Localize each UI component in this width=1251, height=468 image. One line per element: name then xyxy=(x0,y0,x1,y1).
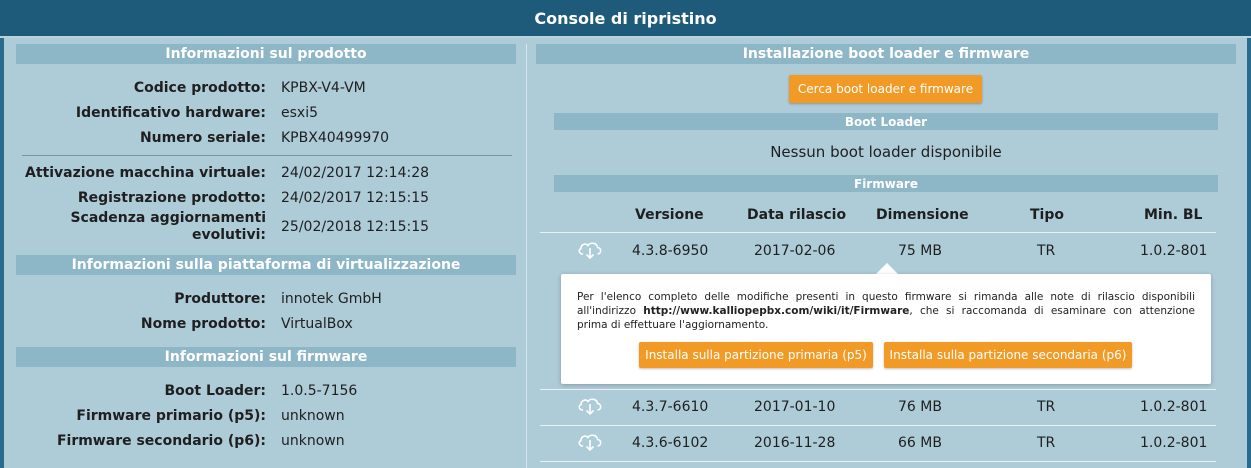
right-frame-border xyxy=(1247,38,1251,468)
boot-loader-subheader: Boot Loader xyxy=(554,113,1218,130)
info-value: 25/02/2018 12:15:15 xyxy=(281,219,430,235)
info-label: Codice prodotto: xyxy=(133,80,266,96)
info-value: innotek GmbH xyxy=(281,291,382,307)
info-value: unknown xyxy=(281,408,345,424)
cell-size: 75 MB xyxy=(898,243,942,259)
info-label: Identificativo hardware: xyxy=(75,105,266,121)
cell-size: 66 MB xyxy=(898,435,942,451)
info-label: Attivazione macchina virtuale: xyxy=(24,165,266,181)
row-divider xyxy=(540,389,1216,390)
row-divider xyxy=(540,425,1216,426)
info-row-updates-expiry: Scadenza aggiornamenti evolutivi: 25/02/… xyxy=(16,210,516,246)
cloud-download-icon[interactable] xyxy=(577,432,603,452)
row-divider xyxy=(540,461,1216,462)
no-boot-loader-text: Nessun boot loader disponibile xyxy=(770,143,1002,161)
info-value: unknown xyxy=(281,433,345,449)
info-row-manufacturer: Produttore: innotek GmbH xyxy=(16,288,516,310)
firmware-subheader: Firmware xyxy=(554,175,1218,192)
info-label: Numero seriale: xyxy=(139,130,266,146)
release-notes-text: Per l'elenco completo delle modifiche pr… xyxy=(577,290,1195,332)
cell-release-date: 2017-01-10 xyxy=(754,399,836,415)
window-title: Console di ripristino xyxy=(0,0,1251,38)
column-header-version: Versione xyxy=(635,207,704,223)
cell-release-date: 2017-02-06 xyxy=(754,243,836,259)
cell-version: 4.3.6-6102 xyxy=(632,435,709,451)
release-notes-line2-post: , che si raccomanda di esaminare con att… xyxy=(909,305,1195,317)
column-header-release-date: Data rilascio xyxy=(747,207,847,223)
info-value: 24/02/2017 12:15:15 xyxy=(281,190,430,206)
cell-release-date: 2016-11-28 xyxy=(754,435,836,451)
virtualization-info-header: Informazioni sulla piattaforma di virtua… xyxy=(16,255,516,275)
info-label: Firmware primario (p5): xyxy=(76,408,266,424)
cloud-download-icon[interactable] xyxy=(577,240,603,260)
popup-pointer xyxy=(876,263,898,274)
info-row-secondary-firmware: Firmware secondario (p6): unknown xyxy=(16,430,516,452)
install-header: Installazione boot loader e firmware xyxy=(536,44,1236,64)
install-primary-button[interactable]: Installa sulla partizione primaria (p5) xyxy=(639,342,873,368)
info-label: Nome prodotto: xyxy=(140,316,266,332)
info-label: Firmware secondario (p6): xyxy=(56,433,266,449)
info-row-hardware-id: Identificativo hardware: esxi5 xyxy=(16,102,516,124)
cell-type: TR xyxy=(1037,435,1056,451)
info-value: KPBX-V4-VM xyxy=(281,80,366,96)
info-value: KPBX40499970 xyxy=(281,130,390,146)
install-secondary-button[interactable]: Installa sulla partizione secondaria (p6… xyxy=(884,342,1132,368)
cell-min-bl: 1.0.2-801 xyxy=(1140,243,1208,259)
info-row-vm-activation: Attivazione macchina virtuale: 24/02/201… xyxy=(16,162,516,184)
info-value: VirtualBox xyxy=(281,316,353,332)
cell-size: 76 MB xyxy=(898,399,942,415)
column-header-type: Tipo xyxy=(1030,207,1064,223)
row-divider xyxy=(540,232,1216,233)
product-info-header: Informazioni sul prodotto xyxy=(16,44,516,64)
cell-min-bl: 1.0.2-801 xyxy=(1140,399,1208,415)
cell-min-bl: 1.0.2-801 xyxy=(1140,435,1208,451)
column-header-min-bl: Min. BL xyxy=(1144,207,1203,223)
info-row-product-name: Nome prodotto: VirtualBox xyxy=(16,313,516,335)
cell-version: 4.3.7-6610 xyxy=(632,399,709,415)
release-notes-link[interactable]: http://www.kalliopepbx.com/wiki/it/Firmw… xyxy=(643,305,909,317)
section-divider xyxy=(22,155,512,156)
release-notes-line1: Per l'elenco completo delle modifiche pr… xyxy=(577,291,1195,303)
info-row-serial-number: Numero seriale: KPBX40499970 xyxy=(16,127,516,149)
info-row-product-registration: Registrazione prodotto: 24/02/2017 12:15… xyxy=(16,187,516,209)
info-value: 24/02/2017 12:14:28 xyxy=(281,165,430,181)
info-row-boot-loader: Boot Loader: 1.0.5-7156 xyxy=(16,380,516,402)
cell-type: TR xyxy=(1037,243,1056,259)
column-divider xyxy=(526,44,527,468)
info-value: esxi5 xyxy=(281,105,318,121)
info-label: Produttore: xyxy=(174,291,266,307)
column-header-size: Dimensione xyxy=(876,207,969,223)
info-label: Boot Loader: xyxy=(164,383,266,399)
info-label: Scadenza aggiornamenti evolutivi: xyxy=(70,210,266,244)
release-notes-line2-pre: all'indirizzo xyxy=(577,305,644,317)
release-notes-line3: prima di effettuare l'aggiornamento. xyxy=(577,319,769,331)
info-row-product-code: Codice prodotto: KPBX-V4-VM xyxy=(16,77,516,99)
info-label: Registrazione prodotto: xyxy=(77,190,266,206)
cell-type: TR xyxy=(1037,399,1056,415)
info-row-primary-firmware: Firmware primario (p5): unknown xyxy=(16,405,516,427)
info-label-line1: Scadenza aggiornamenti xyxy=(70,210,266,226)
cell-version: 4.3.8-6950 xyxy=(632,243,709,259)
firmware-info-header: Informazioni sul firmware xyxy=(16,347,516,367)
info-value: 1.0.5-7156 xyxy=(281,383,358,399)
info-label-line2: evolutivi: xyxy=(191,227,266,243)
left-frame-border xyxy=(0,38,4,468)
search-firmware-button[interactable]: Cerca boot loader e firmware xyxy=(789,75,982,103)
cloud-download-icon[interactable] xyxy=(577,396,603,416)
